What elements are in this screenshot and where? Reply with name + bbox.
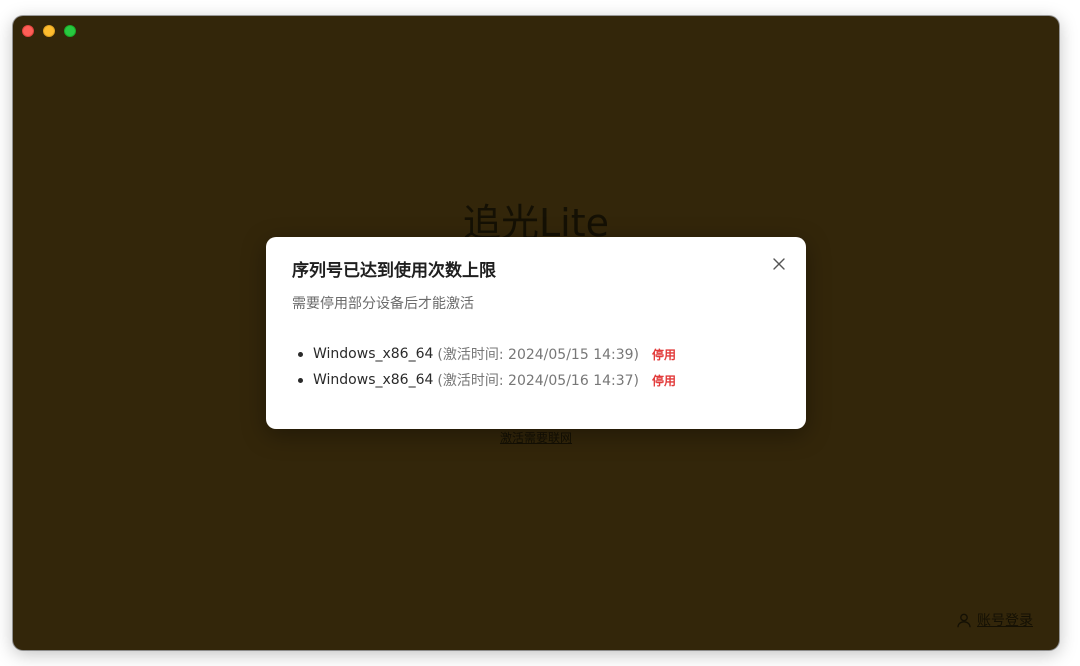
close-icon (773, 255, 785, 274)
disable-device-button[interactable]: 停用 (652, 346, 676, 363)
disable-device-button[interactable]: 停用 (652, 372, 676, 389)
device-list: Windows_x86_64 (激活时间: 2024/05/15 14:39) … (292, 341, 780, 393)
account-login-button[interactable]: 账号登录 (957, 610, 1033, 630)
user-icon (957, 613, 971, 628)
dialog-title: 序列号已达到使用次数上限 (292, 261, 496, 281)
device-name: Windows_x86_64 (313, 372, 434, 388)
bullet (298, 351, 303, 357)
dialog-subtitle: 需要停用部分设备后才能激活 (292, 296, 474, 312)
bullet (298, 377, 303, 383)
network-activation-link[interactable]: 激活需要联网 (13, 429, 1059, 446)
maximize-window-button[interactable] (64, 25, 76, 37)
device-activation-time: (激活时间: 2024/05/16 14:37) (437, 373, 639, 389)
dialog-close-button[interactable] (768, 253, 790, 275)
window-controls (22, 25, 76, 37)
device-name: Windows_x86_64 (313, 346, 434, 362)
device-activation-time: (激活时间: 2024/05/15 14:39) (437, 347, 639, 363)
close-window-button[interactable] (22, 25, 34, 37)
limit-dialog: 序列号已达到使用次数上限 需要停用部分设备后才能激活 Windows_x86_6… (266, 237, 806, 429)
account-login-label: 账号登录 (977, 613, 1033, 629)
device-item: Windows_x86_64 (激活时间: 2024/05/15 14:39) … (292, 341, 780, 367)
minimize-window-button[interactable] (43, 25, 55, 37)
device-item: Windows_x86_64 (激活时间: 2024/05/16 14:37) … (292, 367, 780, 393)
